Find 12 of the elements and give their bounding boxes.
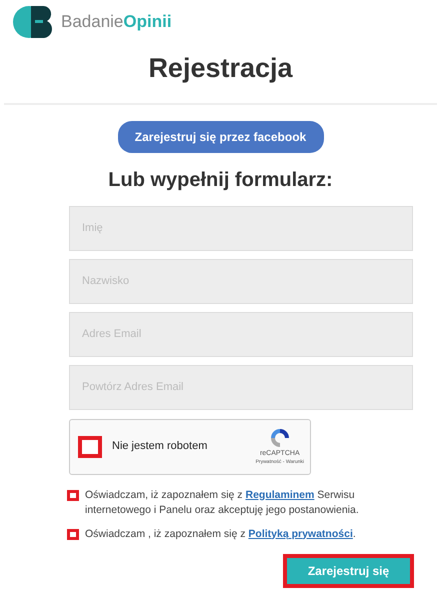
form-subtitle: Lub wypełnij formularz:	[108, 168, 333, 192]
facebook-button[interactable]: Zarejestruj się przez facebook	[118, 120, 324, 152]
consent-link[interactable]: Regulaminem	[245, 488, 314, 500]
consent-text: Oświadczam , iż zapoznałem się z Polityką prywatności.	[85, 526, 356, 542]
logo-text: BadanieOpinii	[61, 11, 172, 34]
page-title: Rejestracja	[148, 52, 293, 85]
consent-link[interactable]: Polityką prywatności	[248, 528, 353, 540]
consent-checkbox[interactable]	[67, 528, 79, 540]
consent-text: Oświadczam, iż zapoznałem się z Regulaminem Serwisu internetowego i Panelu oraz akceptuję jego postanowienia.	[85, 488, 360, 518]
consent-checkbox[interactable]	[67, 490, 79, 500]
captcha-label: Nie jestem robotem	[112, 439, 208, 454]
captcha-checkbox[interactable]	[78, 436, 102, 458]
